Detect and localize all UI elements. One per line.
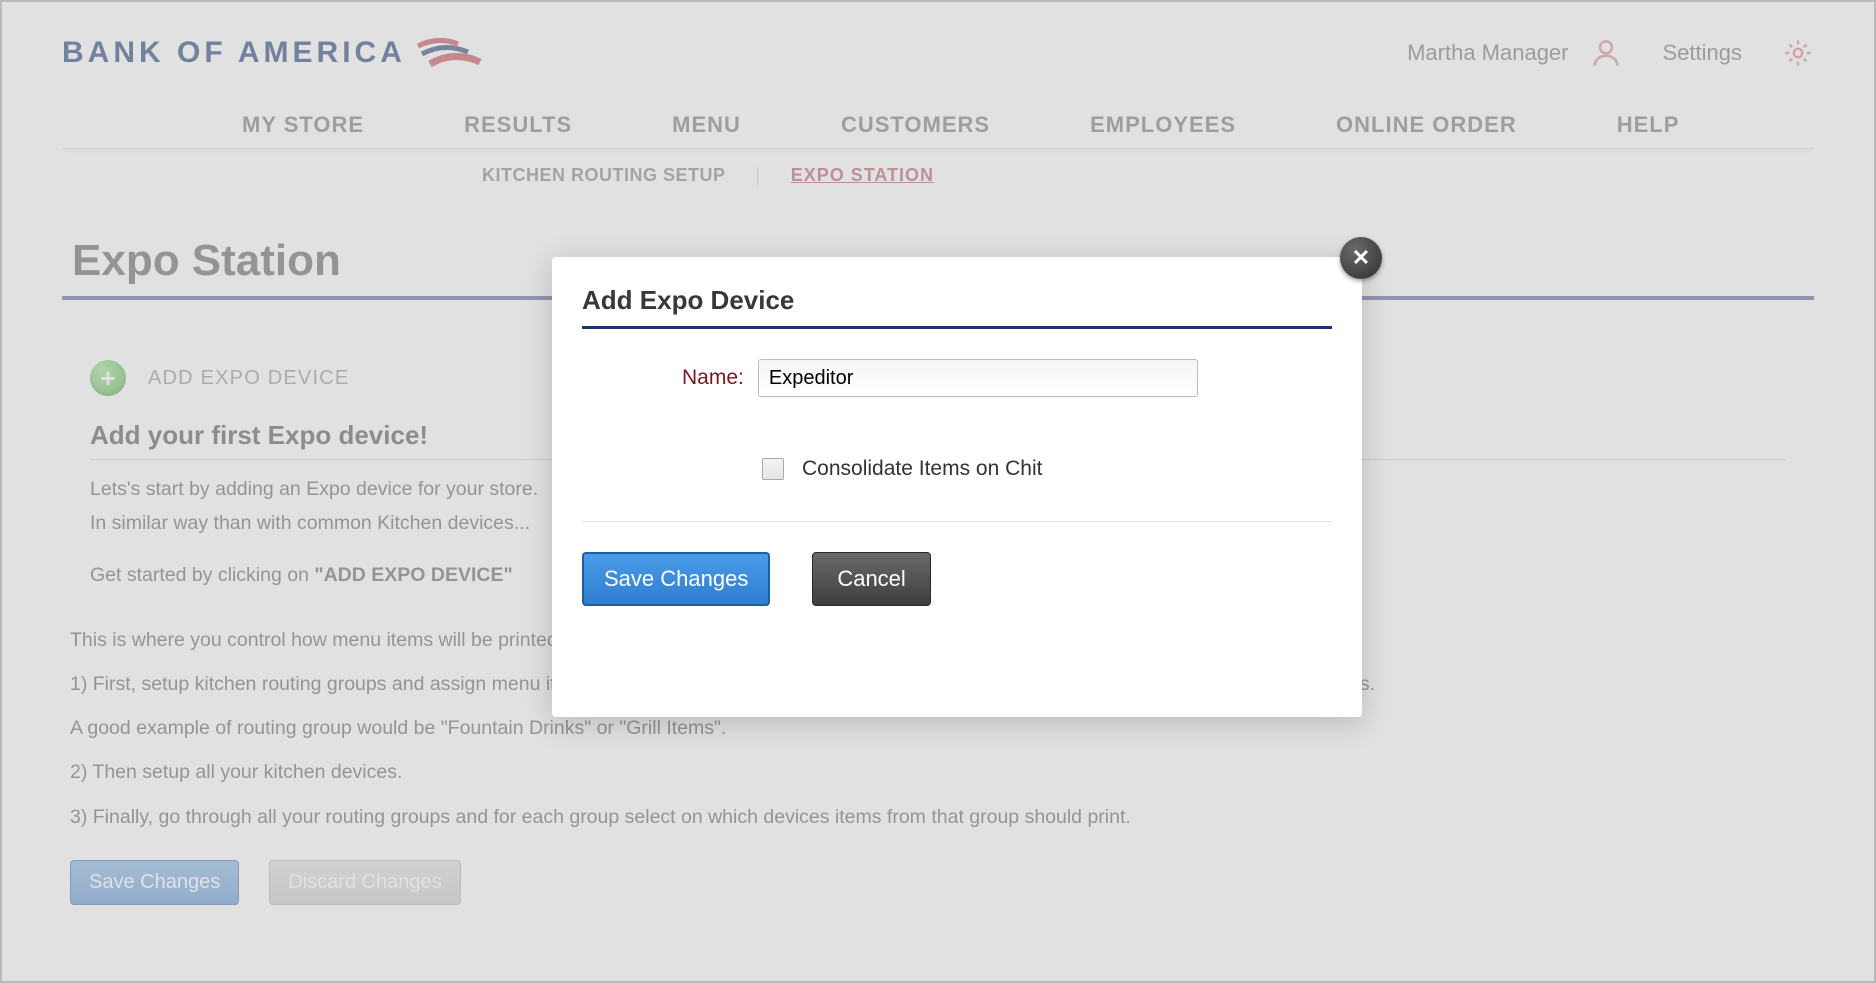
name-label: Name:	[682, 366, 744, 390]
modal-name-row: Name:	[682, 359, 1332, 397]
modal-close-button[interactable]: ✕	[1340, 237, 1382, 279]
close-icon: ✕	[1352, 245, 1370, 271]
modal-title: Add Expo Device	[582, 285, 1332, 329]
consolidate-label: Consolidate Items on Chit	[802, 457, 1042, 481]
app-window: BANK OF AMERICA Martha Manager	[0, 0, 1876, 983]
modal-separator	[582, 521, 1332, 522]
modal-consolidate-row[interactable]: Consolidate Items on Chit	[762, 457, 1332, 481]
add-expo-device-modal: ✕ Add Expo Device Name: Consolidate Item…	[552, 257, 1362, 717]
modal-buttons: Save Changes Cancel	[582, 552, 1332, 606]
modal-save-button[interactable]: Save Changes	[582, 552, 770, 606]
consolidate-checkbox[interactable]	[762, 458, 784, 480]
name-input[interactable]	[758, 359, 1198, 397]
modal-cancel-button[interactable]: Cancel	[812, 552, 930, 606]
